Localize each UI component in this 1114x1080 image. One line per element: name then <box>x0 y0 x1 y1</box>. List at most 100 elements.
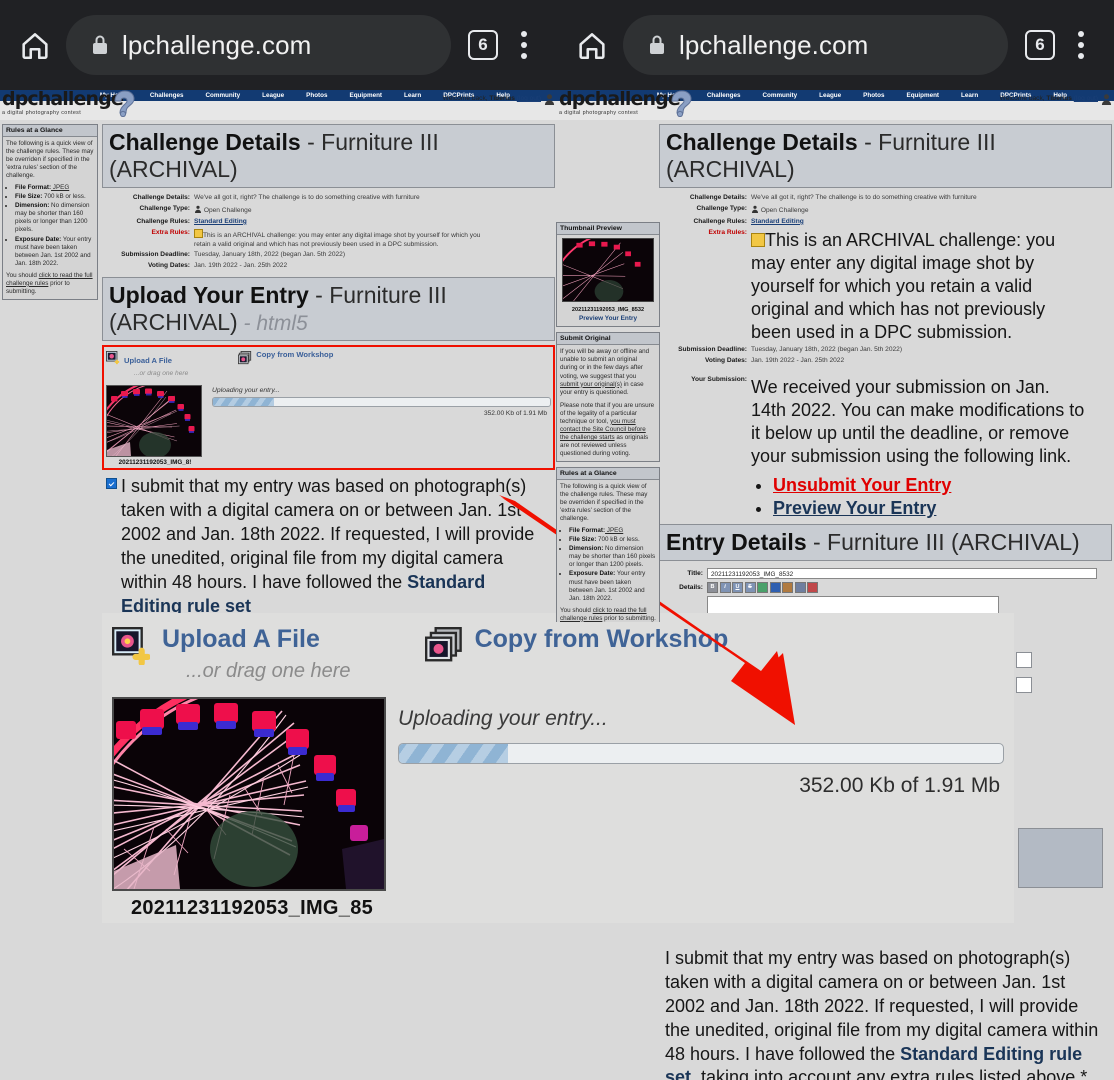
unsubmit-entry-link[interactable]: Unsubmit Your Entry <box>773 475 951 495</box>
copy-stack-icon <box>424 627 462 662</box>
sidebar-left: Rules at a Glance The following is a qui… <box>2 124 98 305</box>
details-label: Details: <box>679 583 703 591</box>
preview-entry-link[interactable]: Preview Your Entry <box>579 315 637 322</box>
nav-item-challenges[interactable]: Challenges <box>707 92 741 99</box>
your-submission-row: Your Submission: We received your submis… <box>663 376 1108 520</box>
detail-value: We've all got it, right? The challenge i… <box>194 194 420 201</box>
welcome-prefix: Welcome back, <box>442 95 490 102</box>
nav-item-community[interactable]: Community <box>205 92 240 99</box>
insert-quote-button[interactable] <box>794 581 806 593</box>
right-checkbox-1[interactable] <box>1016 652 1032 668</box>
detail-row: Extra Rules: This is an ARCHIVAL challen… <box>106 228 551 250</box>
insert-image-button[interactable] <box>757 581 768 593</box>
detail-row: Challenge Type: Open Challenge <box>663 205 1108 216</box>
list-item: Unsubmit Your Entry <box>773 474 1086 497</box>
nav-item-equipment[interactable]: Equipment <box>907 92 940 99</box>
page-pane-left: dpchallenge a digital photography contes… <box>0 90 557 1080</box>
title-field-row: Title: 20211231192053_IMG_8532 <box>663 567 1108 579</box>
section-title-suffix: - Furniture III (ARCHIVAL) <box>806 528 1080 555</box>
address-bar-right[interactable]: lpchallenge.com <box>623 15 1008 75</box>
upload-image-icon <box>112 627 150 665</box>
site-header: dpchallenge a digital photography contes… <box>0 90 557 120</box>
tab-counter-button[interactable]: 6 <box>461 23 505 67</box>
detail-row: Challenge Type: Open Challenge <box>106 205 551 216</box>
nav-item-league[interactable]: League <box>819 92 841 99</box>
logo-tagline: a digital photography contest <box>559 110 639 116</box>
panel-title: Rules at a Glance <box>557 468 659 480</box>
lock-icon <box>645 31 669 59</box>
entry-details-heading: Entry Details - Furniture III (ARCHIVAL) <box>659 523 1112 561</box>
home-icon[interactable] <box>14 24 56 66</box>
nav-item-community[interactable]: Community <box>762 92 797 99</box>
upload-zone[interactable]: Upload A File ...or drag one here Copy f… <box>102 345 555 471</box>
insert-media-button[interactable] <box>782 581 793 593</box>
site-logo[interactable]: dpchallenge a digital photography contes… <box>2 90 135 117</box>
detail-row: Challenge Rules: Standard Editing <box>663 218 1108 227</box>
upload-image-icon <box>106 351 120 365</box>
address-bar-left[interactable]: lpchallenge.com <box>66 15 451 75</box>
list-item: Dimension: No dimension may be shorter t… <box>569 545 656 569</box>
browser-toolbar-left: lpchallenge.com 6 <box>0 0 557 90</box>
detail-value: Open Challenge <box>194 205 252 216</box>
underline-button[interactable]: U <box>732 581 743 593</box>
standard-editing-link[interactable]: Standard Editing <box>194 218 247 225</box>
right-checkbox-2[interactable] <box>1016 677 1032 693</box>
overlay-copy-from-workshop-button[interactable]: Copy from Workshop <box>424 627 728 665</box>
agreement-text: I submit that my entry was based on phot… <box>663 947 1108 1080</box>
browser-menu-icon[interactable] <box>505 23 543 67</box>
copy-from-workshop-button[interactable]: Copy from Workshop <box>238 350 333 365</box>
rules-at-a-glance-panel: Rules at a Glance The following is a qui… <box>2 124 98 300</box>
insert-special-button[interactable] <box>807 581 818 593</box>
browser-menu-icon[interactable] <box>1062 23 1100 67</box>
lock-icon <box>88 31 112 59</box>
italic-button[interactable]: i <box>719 581 731 593</box>
detail-value: Jan. 19th 2022 - Jan. 25th 2022 <box>194 262 288 270</box>
agreement-row-right: I submit that my entry was based on phot… <box>659 947 1112 1080</box>
home-icon[interactable] <box>571 24 613 66</box>
nav-item-photos[interactable]: Photos <box>863 92 884 99</box>
welcome-username: Tiberius <box>489 95 515 102</box>
rule-label: Dimension: <box>15 202 50 210</box>
panel-title: Submit Original <box>557 333 659 346</box>
upload-entry-heading: Upload Your Entry - Furniture III (ARCHI… <box>102 277 555 342</box>
nav-item-challenges[interactable]: Challenges <box>150 92 184 99</box>
standard-editing-link[interactable]: Standard Editing <box>751 218 804 225</box>
tab-counter-button[interactable]: 6 <box>1018 23 1062 67</box>
rule-value[interactable]: JPEG <box>51 184 69 191</box>
rule-label: File Format: <box>15 184 52 192</box>
upload-actions: Upload A File ...or drag one here Copy f… <box>106 350 551 377</box>
nav-item-league[interactable]: League <box>262 92 284 99</box>
logout-link[interactable]: (log out) <box>1074 95 1098 102</box>
list-item: Exposure Date: Your entry must have been… <box>15 236 94 268</box>
detail-row: Voting Dates: Jan. 19th 2022 - Jan. 25th… <box>663 357 1108 366</box>
strikethrough-button[interactable]: S <box>744 581 756 593</box>
entry-thumbnail <box>106 385 202 458</box>
submit-original-panel: Submit Original If you will be away or o… <box>556 332 660 462</box>
detail-value: Standard Editing <box>751 218 804 227</box>
logout-link[interactable]: (log out) <box>517 95 541 102</box>
overlay-upload-a-file-button[interactable]: Upload A File ...or drag one here <box>112 627 351 683</box>
panel-title: Thumbnail Preview <box>557 223 659 235</box>
site-logo[interactable]: dpchallenge a digital photography contes… <box>559 90 692 117</box>
nav-item-equipment[interactable]: Equipment <box>350 92 383 99</box>
title-input[interactable]: 20211231192053_IMG_8532 <box>707 567 1097 579</box>
page-title: Challenge Details <box>666 129 858 155</box>
agreement-checkbox[interactable] <box>106 478 117 490</box>
insert-link-button[interactable] <box>769 581 781 593</box>
submit-originals-link[interactable]: submit your original(s) <box>560 381 622 388</box>
agreement-row: I submit that my entry was based on phot… <box>102 470 555 619</box>
detail-label: Submission Deadline: <box>678 345 747 353</box>
preview-entry-link[interactable]: Preview Your Entry <box>773 498 936 518</box>
challenge-details-heading: Challenge Details - Furniture III (ARCHI… <box>102 124 555 188</box>
list-item: File Size: 700 kB or less. <box>15 193 94 201</box>
rule-label: File Size: <box>15 193 43 201</box>
upload-a-file-button[interactable]: Upload A File ...or drag one here <box>106 350 188 377</box>
nav-item-photos[interactable]: Photos <box>306 92 327 99</box>
detail-label: Voting Dates: <box>704 356 747 364</box>
bold-button[interactable]: B <box>707 581 718 593</box>
nav-item-learn[interactable]: Learn <box>404 92 421 99</box>
title-label: Title: <box>687 569 703 577</box>
overlay-upload-file-row: 20211231192053_IMG_85 Uploading your ent… <box>102 683 1014 920</box>
detail-value: Jan. 19th 2022 - Jan. 25th 2022 <box>751 356 845 364</box>
nav-item-learn[interactable]: Learn <box>961 92 978 99</box>
